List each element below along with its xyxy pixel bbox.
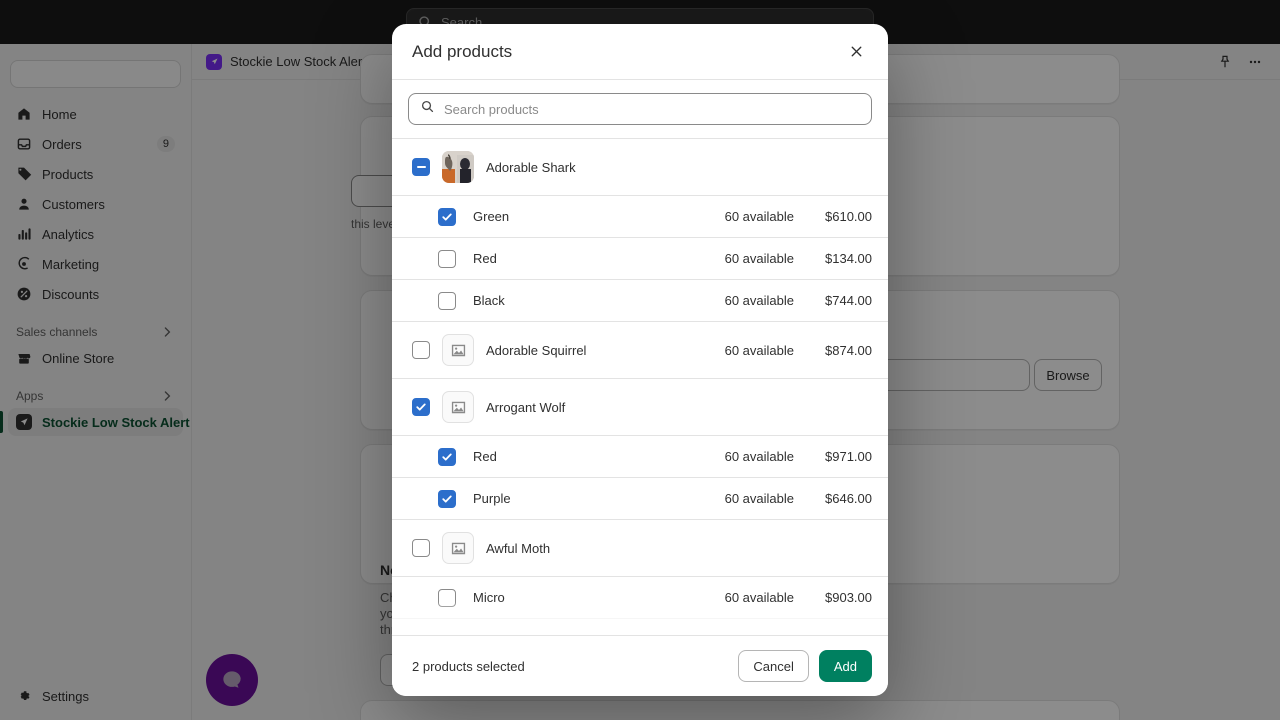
- image-placeholder-icon: [442, 532, 474, 564]
- image-placeholder-icon: [442, 334, 474, 366]
- checkbox-wrapper: [412, 539, 430, 557]
- add-products-modal: Add products Adorable Shark Green 60 avail…: [392, 24, 888, 696]
- selection-count: 2 products selected: [412, 658, 525, 674]
- row-price: $744.00: [825, 293, 872, 308]
- row-name: Micro: [473, 590, 505, 605]
- row-checkbox[interactable]: [438, 291, 456, 310]
- search-products-input[interactable]: [444, 101, 860, 117]
- row-availability: 60 available: [724, 342, 794, 358]
- row-availability: 60 available: [724, 449, 794, 464]
- row-availability: 60 available: [724, 293, 794, 308]
- row-checkbox[interactable]: [438, 588, 456, 607]
- search-icon: [420, 99, 435, 119]
- checkbox-wrapper: [438, 447, 456, 466]
- row-price: $646.00: [825, 491, 872, 506]
- checkbox-wrapper: [438, 489, 456, 508]
- variant-row[interactable]: Red 60 available $971.00: [392, 436, 888, 478]
- checkbox-wrapper: [438, 249, 456, 268]
- row-checkbox[interactable]: [412, 539, 430, 557]
- row-checkbox[interactable]: [438, 489, 456, 508]
- row-price: $610.00: [825, 209, 872, 224]
- product-row[interactable]: Adorable Squirrel 60 available $874.00: [392, 322, 888, 379]
- row-availability: 60 available: [724, 590, 794, 605]
- screen: Search Home Orders 9 Products Customers …: [0, 0, 1280, 720]
- modal-header: Add products: [392, 24, 888, 80]
- row-name: Adorable Squirrel: [486, 342, 587, 358]
- row-price: $903.00: [825, 590, 872, 605]
- close-icon[interactable]: [842, 38, 870, 66]
- row-checkbox[interactable]: [438, 207, 456, 226]
- checkbox-wrapper: [412, 398, 430, 416]
- checkbox-wrapper: [412, 158, 430, 176]
- variant-row[interactable]: Micro 60 available $903.00: [392, 577, 888, 619]
- row-name: Awful Moth: [486, 540, 551, 556]
- row-name: Black: [473, 293, 505, 308]
- row-price: $134.00: [825, 251, 872, 266]
- modal-search-section: [392, 80, 888, 139]
- row-checkbox[interactable]: [438, 249, 456, 268]
- product-list-scroll-area[interactable]: Adorable Shark Green 60 available $610.00 Re…: [392, 139, 888, 635]
- product-list: Adorable Shark Green 60 available $610.00 Re…: [392, 139, 888, 619]
- row-name: Green: [473, 209, 510, 224]
- row-availability: 60 available: [724, 491, 794, 506]
- row-checkbox[interactable]: [412, 398, 430, 416]
- row-name: Adorable Shark: [486, 159, 576, 175]
- row-price: $971.00: [825, 449, 872, 464]
- modal-title: Add products: [412, 41, 513, 61]
- row-checkbox[interactable]: [412, 158, 430, 176]
- row-name: Arrogant Wolf: [486, 399, 566, 415]
- row-name: Red: [473, 251, 497, 266]
- modal-footer: 2 products selected Cancel Add: [392, 635, 888, 696]
- variant-row[interactable]: Purple 60 available $646.00: [392, 478, 888, 520]
- variant-row[interactable]: Black 60 available $744.00: [392, 280, 888, 322]
- checkbox-wrapper: [438, 291, 456, 310]
- product-row[interactable]: Awful Moth: [392, 520, 888, 577]
- product-row[interactable]: Arrogant Wolf: [392, 379, 888, 436]
- product-thumbnail: [442, 151, 474, 183]
- search-products-field[interactable]: [408, 93, 872, 125]
- row-price: $874.00: [825, 342, 872, 358]
- checkbox-wrapper: [438, 207, 456, 226]
- variant-row[interactable]: Green 60 available $610.00: [392, 196, 888, 238]
- cancel-button[interactable]: Cancel: [738, 650, 809, 682]
- row-checkbox[interactable]: [438, 447, 456, 466]
- image-placeholder-icon: [442, 391, 474, 423]
- variant-row[interactable]: Red 60 available $134.00: [392, 238, 888, 280]
- checkbox-wrapper: [438, 588, 456, 607]
- add-button[interactable]: Add: [818, 650, 872, 682]
- row-name: Red: [473, 449, 497, 464]
- row-name: Purple: [473, 491, 511, 506]
- row-availability: 60 available: [724, 251, 794, 266]
- checkbox-wrapper: [412, 341, 430, 359]
- row-availability: 60 available: [724, 209, 794, 224]
- product-row[interactable]: Adorable Shark: [392, 139, 888, 196]
- row-checkbox[interactable]: [412, 341, 430, 359]
